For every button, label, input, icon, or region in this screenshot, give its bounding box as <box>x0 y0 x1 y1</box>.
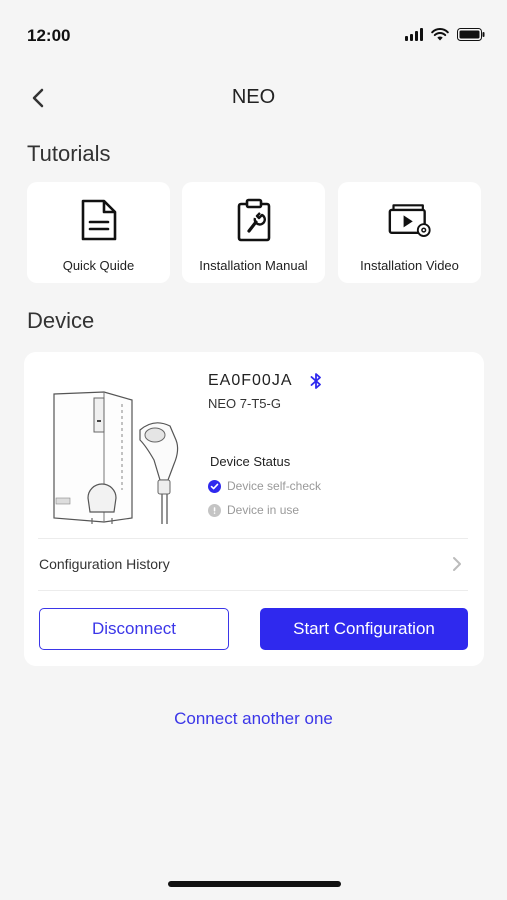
status-bar: 12:00 <box>0 0 507 70</box>
configuration-history-row[interactable]: Configuration History <box>24 538 484 590</box>
device-card: EA0F00JA NEO 7-T5-G Device Status Device… <box>24 352 484 666</box>
device-section-title: Device <box>27 308 95 333</box>
document-icon <box>77 198 121 242</box>
status-self-check: Device self-check <box>208 479 321 493</box>
tutorial-label: Installation Manual <box>199 258 308 273</box>
device-status-title: Device Status <box>210 454 291 469</box>
status-icons <box>405 27 485 41</box>
status-label: Device self-check <box>227 479 322 493</box>
wrench-clipboard-icon <box>232 198 276 242</box>
video-settings-icon <box>388 198 432 242</box>
screen: 12:00 NEO Tutorials Quick Quide Installa… <box>0 0 507 900</box>
tutorial-label: Quick Quide <box>62 258 135 273</box>
divider <box>38 590 468 591</box>
charger-image <box>53 391 179 524</box>
tutorial-label: Installation Video <box>360 258 459 273</box>
check-circle-icon <box>208 479 221 493</box>
configuration-history-label: Configuration History <box>39 556 170 572</box>
device-serial: EA0F00JA <box>208 372 293 389</box>
chevron-right-icon <box>453 557 461 571</box>
battery-icon <box>457 27 485 41</box>
wifi-icon <box>431 28 449 41</box>
info-circle-icon <box>208 503 221 517</box>
connect-another-link[interactable]: Connect another one <box>0 709 507 729</box>
tutorials-section-title: Tutorials <box>27 141 111 166</box>
page-title: NEO <box>231 86 276 108</box>
status-in-use: Device in use <box>208 503 299 517</box>
tutorial-installation-video-card[interactable]: Installation Video <box>338 182 481 283</box>
cellular-signal-icon <box>405 27 423 41</box>
bluetooth-icon <box>310 373 321 389</box>
device-model: NEO 7-T5-G <box>208 396 281 411</box>
status-label: Device in use <box>227 503 300 517</box>
home-indicator <box>168 881 341 887</box>
disconnect-button[interactable]: Disconnect <box>39 608 229 650</box>
tutorial-quick-guide-card[interactable]: Quick Quide <box>27 182 170 283</box>
status-time: 12:00 <box>27 26 71 45</box>
tutorial-installation-manual-card[interactable]: Installation Manual <box>182 182 325 283</box>
start-configuration-button[interactable]: Start Configuration <box>260 608 468 650</box>
